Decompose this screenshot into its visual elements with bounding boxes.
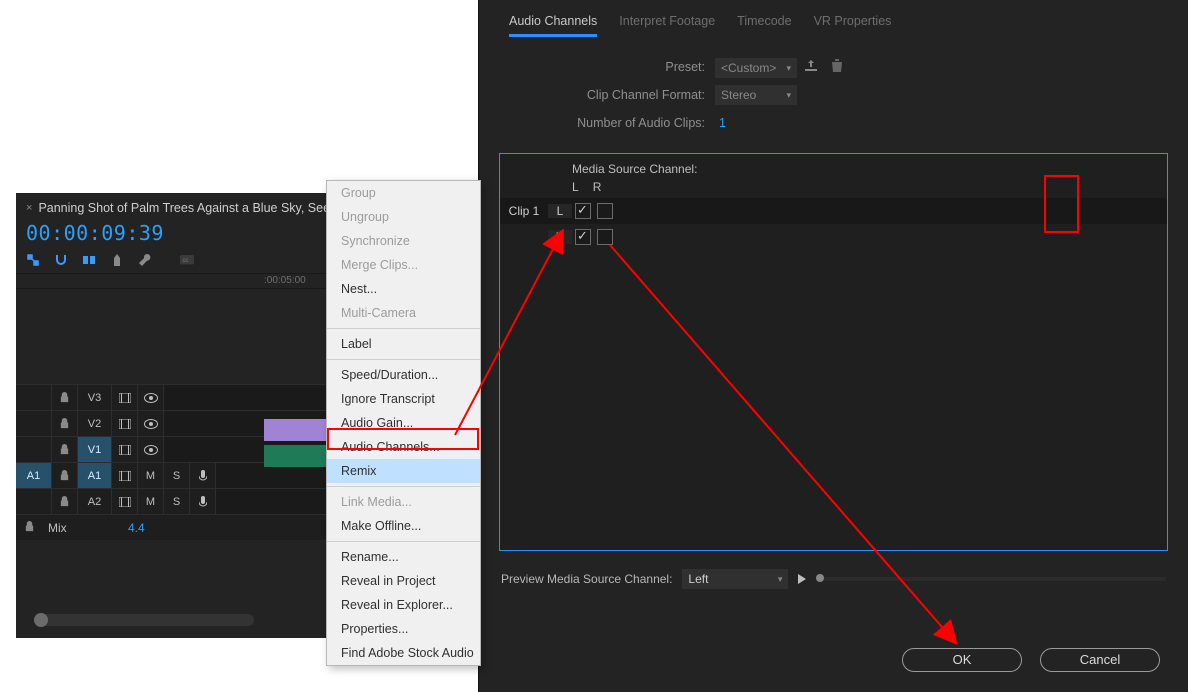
- menu-item[interactable]: Find Adobe Stock Audio: [327, 641, 480, 665]
- zoom-scrollbar[interactable]: [34, 614, 254, 626]
- menu-item[interactable]: Make Offline...: [327, 514, 480, 538]
- svg-text:cc: cc: [182, 257, 188, 264]
- menu-item[interactable]: Audio Gain...: [327, 411, 480, 435]
- modify-clip-dialog: Audio Channels Interpret Footage Timecod…: [478, 0, 1188, 692]
- film-icon[interactable]: [112, 411, 138, 436]
- checkbox-clip1-l-r[interactable]: [597, 203, 613, 219]
- lock-icon[interactable]: [52, 411, 78, 436]
- menu-item[interactable]: Remix: [327, 459, 480, 483]
- context-menu: GroupUngroupSynchronizeMerge Clips...Nes…: [326, 180, 481, 666]
- film-icon[interactable]: [112, 489, 138, 514]
- preview-label: Preview Media Source Channel:: [501, 572, 672, 586]
- preview-row: Preview Media Source Channel: Left▾: [479, 551, 1188, 589]
- checkbox-clip1-l-l[interactable]: [575, 203, 591, 219]
- mic-icon[interactable]: [190, 489, 216, 514]
- menu-item: Merge Clips...: [327, 253, 480, 277]
- num-clips-label: Number of Audio Clips:: [515, 116, 715, 130]
- film-icon[interactable]: [112, 385, 138, 410]
- magnet-icon[interactable]: [54, 253, 68, 267]
- clip1-label: Clip 1: [500, 204, 548, 218]
- tab-interpret-footage[interactable]: Interpret Footage: [619, 14, 715, 37]
- eye-icon[interactable]: [138, 437, 164, 462]
- channel-format-select[interactable]: Stereo▾: [715, 85, 797, 105]
- track-label[interactable]: A1: [78, 463, 112, 488]
- menu-item: Group: [327, 181, 480, 205]
- mute-label[interactable]: M: [138, 463, 164, 488]
- tab-audio-channels[interactable]: Audio Channels: [509, 14, 597, 37]
- track-label[interactable]: V3: [78, 385, 112, 410]
- film-icon[interactable]: [112, 463, 138, 488]
- menu-item: Ungroup: [327, 205, 480, 229]
- lock-icon[interactable]: [52, 463, 78, 488]
- linked-icon[interactable]: [82, 253, 96, 267]
- menu-item[interactable]: Reveal in Project: [327, 569, 480, 593]
- dialog-form: Preset: <Custom>▾ Clip Channel Format: S…: [479, 37, 1188, 147]
- marker-icon[interactable]: [110, 253, 124, 267]
- tab-timecode[interactable]: Timecode: [737, 14, 791, 37]
- mix-label: Mix: [42, 521, 82, 535]
- num-clips-value[interactable]: 1: [715, 116, 726, 130]
- save-preset-icon[interactable]: [800, 56, 822, 76]
- track-label[interactable]: V2: [78, 411, 112, 436]
- menu-item[interactable]: Nest...: [327, 277, 480, 301]
- menu-item[interactable]: Rename...: [327, 545, 480, 569]
- channel-grid: Media Source Channel: L R Clip 1 L R: [499, 153, 1168, 551]
- column-l: L: [572, 180, 579, 194]
- row-l-label: L: [548, 204, 572, 218]
- film-icon[interactable]: [112, 437, 138, 462]
- cancel-button[interactable]: Cancel: [1040, 648, 1160, 672]
- menu-item: Synchronize: [327, 229, 480, 253]
- grid-header: Media Source Channel:: [572, 162, 697, 176]
- menu-item: Link Media...: [327, 490, 480, 514]
- menu-item[interactable]: Reveal in Explorer...: [327, 593, 480, 617]
- trash-icon[interactable]: [826, 56, 848, 76]
- ruler-tick: :00:05:00: [264, 275, 306, 286]
- solo-label[interactable]: S: [164, 489, 190, 514]
- source-patch[interactable]: A1: [16, 463, 52, 488]
- track-label[interactable]: A2: [78, 489, 112, 514]
- menu-item[interactable]: Properties...: [327, 617, 480, 641]
- zoom-thumb[interactable]: [34, 613, 48, 627]
- play-icon[interactable]: [798, 574, 806, 584]
- menu-item[interactable]: Ignore Transcript: [327, 387, 480, 411]
- track-label[interactable]: V1: [78, 437, 112, 462]
- ok-button[interactable]: OK: [902, 648, 1022, 672]
- menu-item: Multi-Camera: [327, 301, 480, 325]
- solo-label[interactable]: S: [164, 463, 190, 488]
- scrub-thumb[interactable]: [816, 574, 824, 582]
- wrench-icon[interactable]: [138, 253, 152, 267]
- checkbox-clip1-r-r[interactable]: [597, 229, 613, 245]
- eye-icon[interactable]: [138, 411, 164, 436]
- column-r: R: [593, 180, 602, 194]
- lock-icon[interactable]: [52, 385, 78, 410]
- lock-icon[interactable]: [52, 437, 78, 462]
- lock-icon[interactable]: [16, 521, 42, 535]
- snap-icon[interactable]: [26, 253, 40, 267]
- preview-scrubber[interactable]: [816, 577, 1166, 581]
- tab-vr-properties[interactable]: VR Properties: [814, 14, 892, 37]
- preview-channel-select[interactable]: Left▾: [682, 569, 788, 589]
- caption-icon[interactable]: cc: [180, 253, 194, 267]
- eye-icon[interactable]: [138, 385, 164, 410]
- lock-icon[interactable]: [52, 489, 78, 514]
- clip1-r-row: R: [500, 224, 1167, 250]
- close-icon[interactable]: ×: [26, 202, 32, 214]
- preset-label: Preset:: [515, 60, 715, 74]
- channel-format-label: Clip Channel Format:: [515, 88, 715, 102]
- mix-value[interactable]: 4.4: [82, 521, 145, 535]
- menu-item[interactable]: Speed/Duration...: [327, 363, 480, 387]
- row-r-label: R: [548, 230, 572, 244]
- preset-select[interactable]: <Custom>▾: [715, 58, 797, 78]
- clip1-l-row: Clip 1 L: [500, 198, 1167, 224]
- mute-label[interactable]: M: [138, 489, 164, 514]
- checkbox-clip1-r-l[interactable]: [575, 229, 591, 245]
- menu-item[interactable]: Audio Channels...: [327, 435, 480, 459]
- dialog-tab-bar: Audio Channels Interpret Footage Timecod…: [479, 0, 1188, 37]
- sequence-title: Panning Shot of Palm Trees Against a Blu…: [38, 201, 337, 215]
- menu-item[interactable]: Label: [327, 332, 480, 356]
- mic-icon[interactable]: [190, 463, 216, 488]
